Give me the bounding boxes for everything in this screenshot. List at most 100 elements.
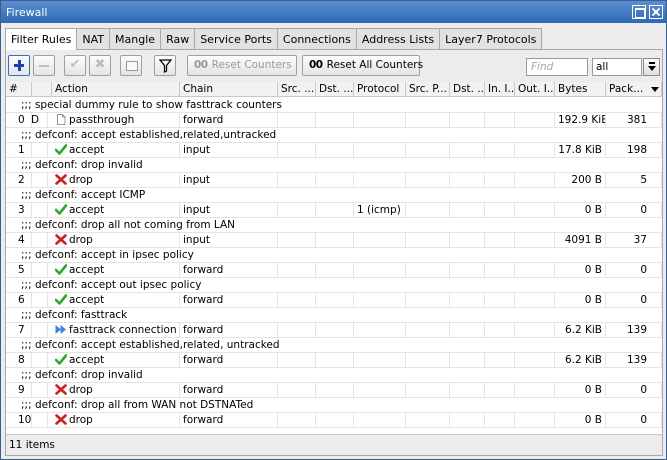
- maximize-icon[interactable]: [632, 5, 646, 19]
- tab-service-ports[interactable]: Service Ports: [194, 28, 278, 49]
- rule-comment-row[interactable]: ;;; special dummy rule to show fasttrack…: [6, 98, 662, 113]
- table-cell: [406, 143, 450, 158]
- table-row[interactable]: 3 accept input 1 (icmp) 0 B0: [6, 203, 662, 218]
- column-header[interactable]: Src. ...: [278, 82, 316, 97]
- tab-connections[interactable]: Connections: [276, 28, 357, 49]
- column-header[interactable]: Dst. ...: [450, 82, 485, 97]
- table-header: # Action Chain Src. ... Dst. ... Protocol Src.…: [6, 82, 662, 97]
- table-row[interactable]: 4 drop input 4091 B 37: [6, 233, 662, 248]
- counter-icon: 00: [194, 59, 208, 71]
- column-header[interactable]: Src. P...: [406, 82, 450, 97]
- table-row[interactable]: 8 accept forward 6.2 KiB 139: [6, 353, 662, 368]
- dropdown-arrow-icon[interactable]: [643, 58, 660, 76]
- table-cell: [354, 353, 406, 368]
- table-cell: 192.9 KiB: [555, 113, 606, 128]
- table-cell: 198: [606, 143, 662, 158]
- reset-all-counters-button[interactable]: 00 Reset All Counters: [302, 55, 423, 76]
- find-input[interactable]: [526, 58, 588, 76]
- table-cell: [354, 383, 406, 398]
- reset-counters-button[interactable]: 00 Reset Counters: [187, 55, 297, 76]
- rule-comment-row[interactable]: ;;; defconf: accept out ipsec policy: [6, 278, 662, 293]
- column-header[interactable]: Protocol: [354, 82, 406, 97]
- rule-comment-row[interactable]: ;;; defconf: fasttrack: [6, 308, 662, 323]
- table-cell: [316, 173, 354, 188]
- table-cell: [450, 383, 485, 398]
- action-label: passthrough: [69, 114, 135, 126]
- column-menu-icon[interactable]: [651, 87, 659, 92]
- column-header[interactable]: Dst. ...: [316, 82, 354, 97]
- table-cell: drop: [52, 413, 180, 428]
- filter-select[interactable]: all: [592, 58, 642, 76]
- table-row[interactable]: 0 Dpassthrough forward 192.9 KiB 381: [6, 113, 662, 128]
- table-cell: 17.8 KiB: [555, 143, 606, 158]
- tab-nat[interactable]: NAT: [76, 28, 111, 49]
- table-cell: [485, 293, 515, 308]
- filter-button[interactable]: [154, 55, 176, 76]
- table-row[interactable]: 6 accept forward 0 B0: [6, 293, 662, 308]
- close-icon[interactable]: [649, 5, 663, 19]
- rule-comment-row[interactable]: ;;; defconf: accept in ipsec policy: [6, 248, 662, 263]
- table-cell: [316, 263, 354, 278]
- column-header[interactable]: #: [6, 82, 32, 97]
- table-cell: 0: [606, 263, 662, 278]
- table-cell: input: [180, 173, 278, 188]
- table-cell: [278, 203, 316, 218]
- table-cell: [406, 323, 450, 338]
- rule-comment-row[interactable]: ;;; defconf: accept established,related,…: [6, 128, 662, 143]
- rule-comment-row[interactable]: ;;; defconf: accept established,related,…: [6, 338, 662, 353]
- table-cell: 0 B: [555, 203, 606, 218]
- tab-mangle[interactable]: Mangle: [109, 28, 162, 49]
- table-cell: [278, 293, 316, 308]
- rule-comment-row[interactable]: ;;; defconf: drop all not coming from LA…: [6, 218, 662, 233]
- tab-raw[interactable]: Raw: [160, 28, 196, 49]
- table-cell: [450, 173, 485, 188]
- tab-filter-rules[interactable]: Filter Rules: [5, 28, 78, 50]
- enable-button[interactable]: ✔: [64, 55, 86, 76]
- table-row[interactable]: 1 accept input 17.8 KiB 198: [6, 143, 662, 158]
- table-cell: [28, 263, 48, 278]
- remove-button[interactable]: [33, 55, 55, 76]
- table-cell: [278, 323, 316, 338]
- table-cell: [485, 353, 515, 368]
- tab-address-lists[interactable]: Address Lists: [355, 28, 441, 49]
- add-button[interactable]: [8, 55, 30, 76]
- rule-comment-row[interactable]: ;;; defconf: drop all from WAN not DSTNA…: [6, 398, 662, 413]
- table-row[interactable]: 5 accept forward 0 B0: [6, 263, 662, 278]
- rule-comment-row[interactable]: ;;; defconf: drop invalid: [6, 368, 662, 383]
- column-header[interactable]: Chain: [180, 82, 278, 97]
- firewall-window: Firewall Filter Rules NAT Mangle Raw Service…: [0, 0, 667, 460]
- table-row[interactable]: 10 drop forward 0 B0: [6, 413, 662, 428]
- table-cell: [450, 323, 485, 338]
- comment-button[interactable]: [120, 55, 142, 76]
- column-header[interactable]: In. I...: [485, 82, 515, 97]
- column-header[interactable]: Out. I...: [515, 82, 555, 97]
- table-cell: [450, 293, 485, 308]
- table-cell: 1 (icmp): [354, 203, 406, 218]
- rule-comment-row[interactable]: ;;; defconf: drop invalid: [6, 158, 662, 173]
- table-cell: [515, 173, 555, 188]
- table-cell: accept: [52, 353, 180, 368]
- table-cell: [316, 203, 354, 218]
- check-icon: [55, 294, 67, 305]
- table-cell: [354, 143, 406, 158]
- table-cell: [278, 113, 316, 128]
- table-cell: input: [180, 143, 278, 158]
- table-row[interactable]: 2 drop input 200 B5: [6, 173, 662, 188]
- disable-button[interactable]: ✖: [89, 55, 111, 76]
- column-header[interactable]: Action: [52, 82, 180, 97]
- table-row[interactable]: 7 fasttrack connection forward 6.2 KiB 139: [6, 323, 662, 338]
- action-label: accept: [69, 294, 105, 306]
- action-label: drop: [69, 414, 93, 426]
- rule-comment-row[interactable]: ;;; defconf: accept ICMP: [6, 188, 662, 203]
- column-header[interactable]: Bytes: [555, 82, 606, 97]
- table-cell: [515, 413, 555, 428]
- tab-layer7-protocols[interactable]: Layer7 Protocols: [439, 28, 543, 49]
- table-cell: [406, 263, 450, 278]
- table-cell: [316, 323, 354, 338]
- table-cell: [354, 323, 406, 338]
- table-cell: 0: [606, 203, 662, 218]
- toolbar: ✔ ✖ 00 Reset Counters 00 Reset All Counter…: [6, 50, 662, 82]
- table-cell: [354, 233, 406, 248]
- table-row[interactable]: 9 drop forward 0 B0: [6, 383, 662, 398]
- column-header[interactable]: [32, 82, 52, 97]
